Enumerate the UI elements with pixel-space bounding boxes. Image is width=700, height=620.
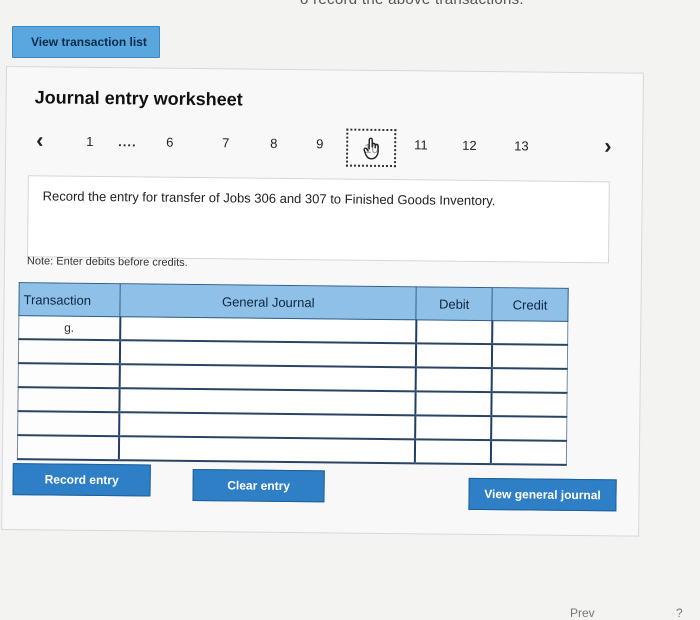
debit-input[interactable] [414, 439, 491, 465]
chevron-right-icon[interactable]: › [604, 133, 612, 159]
debit-input[interactable] [415, 367, 492, 393]
debit-input[interactable] [415, 391, 492, 417]
general-journal-input[interactable] [119, 340, 416, 368]
credit-input[interactable] [490, 392, 568, 417]
transaction-cell: g. [18, 315, 121, 341]
general-journal-input[interactable] [119, 316, 417, 344]
view-transaction-list-button[interactable]: View transaction list [12, 26, 160, 58]
pager-item-12[interactable]: 12 [462, 138, 477, 153]
credit-input[interactable] [491, 368, 568, 393]
pager-ellipsis: .... [118, 134, 137, 150]
pager-item-6[interactable]: 6 [166, 135, 173, 150]
pager-item-1[interactable]: 1 [86, 134, 93, 149]
pager-item-13[interactable]: 13 [514, 138, 529, 153]
clear-entry-button[interactable]: Clear entry [192, 468, 325, 503]
col-header-debit: Debit [416, 286, 493, 321]
debit-input[interactable] [415, 343, 492, 369]
general-journal-input[interactable] [118, 436, 415, 464]
pager-item-7[interactable]: 7 [222, 135, 229, 150]
debit-input[interactable] [415, 319, 492, 345]
table-row [17, 435, 567, 465]
general-journal-input[interactable] [118, 412, 416, 440]
pager-item-8[interactable]: 8 [270, 136, 277, 151]
pager-item-current[interactable]: 10 [345, 128, 397, 168]
journal-entry-panel: Journal entry worksheet ‹ 1 .... 6 7 8 9… [1, 66, 644, 537]
debit-input[interactable] [414, 415, 491, 441]
transaction-cell [17, 387, 120, 413]
general-journal-input[interactable] [119, 388, 416, 416]
view-general-journal-button[interactable]: View general journal [468, 477, 617, 512]
chevron-left-icon[interactable]: ‹ [36, 127, 44, 153]
credit-input[interactable] [490, 440, 567, 465]
col-header-credit: Credit [491, 287, 569, 322]
pager-item-9[interactable]: 9 [316, 136, 323, 151]
transaction-cell [18, 339, 120, 365]
general-journal-input[interactable] [119, 364, 416, 392]
journal-table: Transaction General Journal Debit Credit… [16, 282, 569, 466]
instruction-box: Record the entry for transfer of Jobs 30… [26, 175, 610, 264]
transaction-cell [17, 411, 120, 437]
entry-pager: ‹ 1 .... 6 7 8 9 10 11 12 13 › [6, 125, 636, 172]
pager-item-11[interactable]: 11 [414, 137, 428, 152]
hand-cursor-icon [363, 137, 379, 160]
note-text: Note: Enter debits before credits. [26, 255, 188, 269]
col-header-transaction: Transaction [18, 282, 121, 317]
instruction-text: Record the entry for transfer of Jobs 30… [42, 188, 496, 209]
credit-input[interactable] [491, 344, 568, 369]
transaction-cell [18, 363, 120, 389]
worksheet-title: Journal entry worksheet [34, 87, 243, 110]
top-instruction-text: o record the above transactions. [300, 0, 700, 9]
credit-input[interactable] [490, 416, 567, 441]
credit-input[interactable] [491, 320, 568, 345]
record-entry-button[interactable]: Record entry [12, 463, 151, 497]
col-header-general-journal: General Journal [120, 283, 417, 320]
transaction-cell [17, 435, 119, 461]
